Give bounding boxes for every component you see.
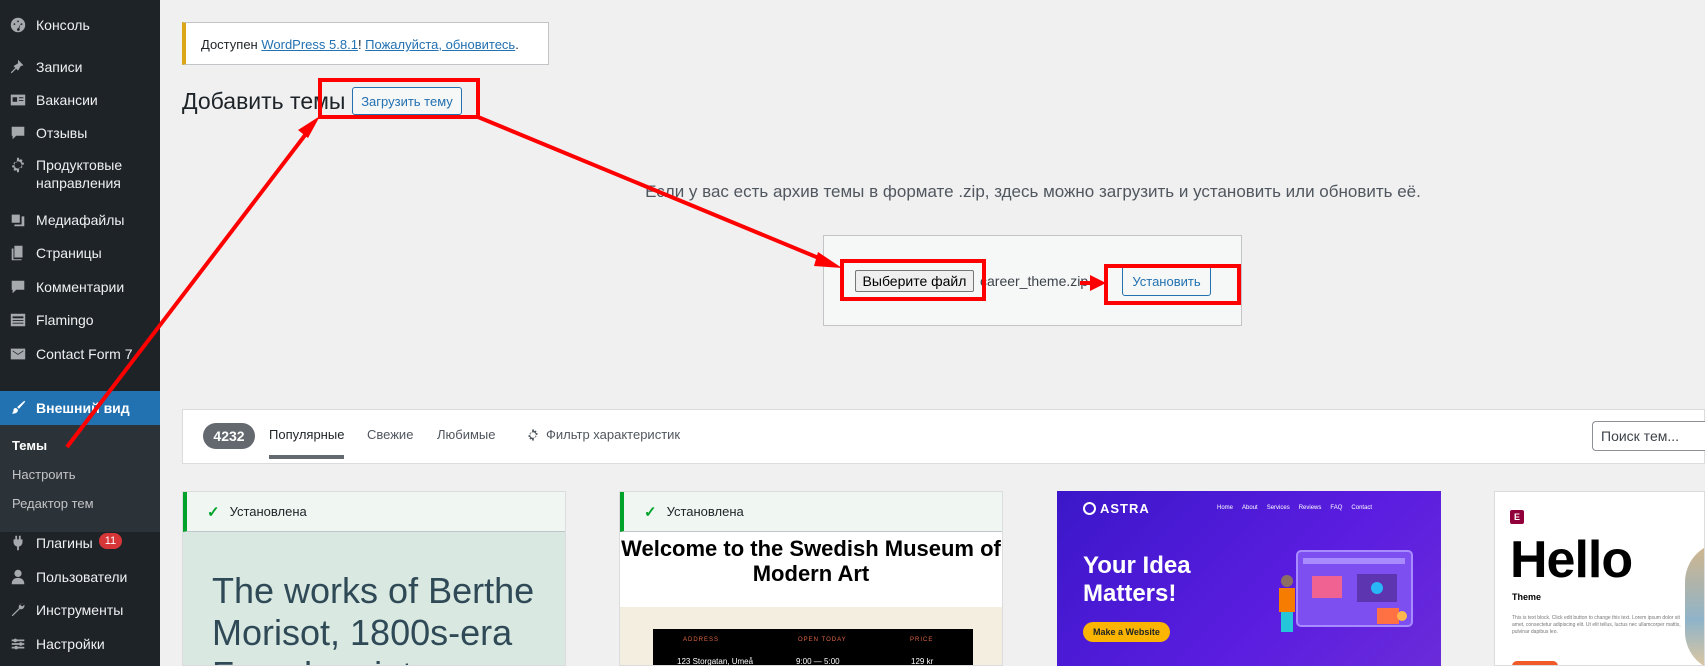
notice-prefix: Доступен [201, 37, 262, 52]
theme-screenshot-button [1512, 661, 1558, 665]
astra-logo: ASTRA [1083, 501, 1150, 516]
selected-file-name: career_theme.zip [980, 273, 1089, 289]
settings-icon [8, 634, 28, 654]
info-col-value: 123 Storgatan, Umeå [677, 657, 754, 666]
sidebar-item-posts[interactable]: Записи [0, 57, 160, 77]
user-icon [8, 567, 28, 587]
installed-notice: ✓ Установлена [183, 492, 565, 532]
update-notice: Доступен WordPress 5.8.1! Пожалуйста, об… [182, 22, 549, 65]
theme-screenshot-headline: Your Idea Matters! [1083, 552, 1191, 607]
submenu-item-theme-editor[interactable]: Редактор тем [12, 496, 94, 511]
submenu-item-customize[interactable]: Настроить [12, 467, 76, 482]
filter-latest[interactable]: Свежие [367, 427, 413, 442]
pin-icon [8, 57, 28, 77]
theme-card[interactable]: ASTRA Home About Services Reviews FAQ Contact… [1057, 491, 1441, 666]
sidebar-item-label: Пользователи [36, 569, 128, 585]
search-themes-input[interactable] [1592, 421, 1705, 451]
sidebar-item-comments[interactable]: Комментарии [0, 277, 160, 297]
sidebar-item-appearance[interactable]: Внешний вид [0, 391, 160, 425]
feature-filter-label: Фильтр характеристик [546, 427, 681, 442]
info-col-label: PRICE [910, 637, 934, 643]
sidebar-item-settings[interactable]: Настройки [0, 634, 160, 654]
sidebar-item-flamingo[interactable]: Flamingo [0, 310, 160, 330]
sidebar-item-dashboard[interactable]: Консоль [0, 15, 160, 35]
sidebar-item-reviews[interactable]: Отзывы [0, 123, 160, 143]
installed-label: Установлена [666, 504, 744, 519]
sidebar-item-label: Contact Form 7 [36, 346, 133, 362]
theme-screenshot-headline: Hello [1510, 531, 1633, 589]
theme-screenshot-title: Welcome to the Swedish Museum of Modern … [621, 536, 1001, 586]
sidebar-item-users[interactable]: Пользователи [0, 567, 160, 587]
notice-suffix: . [515, 37, 519, 52]
sidebar-item-label: Медиафайлы [36, 212, 125, 228]
installed-notice: ✓ Установлена [620, 492, 1002, 532]
comment-icon [8, 277, 28, 297]
theme-screenshot-cta: Make a Website [1083, 622, 1170, 642]
plugins-update-badge: 11 [98, 533, 123, 549]
gear-icon [528, 428, 538, 441]
sidebar-item-label: Инструменты [36, 602, 124, 618]
choose-file-button[interactable]: Выберите файл [855, 270, 974, 292]
theme-screenshot-info-block: ADDRESS OPEN TODAY PRICE 123 Storgatan, … [653, 629, 973, 666]
checkmark-icon: ✓ [644, 503, 657, 521]
install-button[interactable]: Установить [1122, 266, 1211, 296]
theme-screenshot-nav: Home About Services Reviews FAQ Contact [1217, 505, 1373, 511]
sidebar-item-label: Внешний вид [36, 400, 130, 416]
illustration-icon [1279, 550, 1413, 632]
list-icon [8, 310, 28, 330]
update-now-link[interactable]: Пожалуйста, обновитесь [365, 37, 515, 52]
dashboard-icon [8, 15, 28, 35]
checkmark-icon: ✓ [207, 503, 220, 521]
sidebar-item-label: Вакансии [36, 92, 98, 108]
feature-filter-button[interactable]: Фильтр характеристик [526, 427, 680, 442]
upload-description: Если у вас есть архив темы в формате .zi… [645, 182, 1421, 201]
page-title: Добавить темы [182, 88, 346, 114]
id-card-icon [8, 90, 28, 110]
info-col-value: 129 kr [911, 657, 934, 666]
theme-count-badge: 4232 [203, 423, 255, 449]
sidebar-item-label: Комментарии [36, 279, 125, 295]
sidebar-item-label: Записи [36, 59, 83, 75]
info-col-label: ADDRESS [683, 637, 720, 643]
sidebar-item-tools[interactable]: Инструменты [0, 600, 160, 620]
theme-screenshot-text: The works of Berthe Morisot, 1800s-era F… [212, 570, 535, 665]
theme-card[interactable]: E Hello Theme This is text block. Click … [1494, 491, 1705, 666]
plugin-icon [8, 533, 28, 553]
theme-card[interactable]: ✓ Установлена Welcome to the Swedish Mus… [619, 491, 1003, 666]
submenu-item-themes[interactable]: Темы [12, 438, 47, 453]
sidebar-item-label: Flamingo [36, 312, 94, 328]
sidebar-item-label: Консоль [36, 17, 90, 33]
sidebar-item-label: Плагины [36, 535, 93, 551]
pages-icon [8, 243, 28, 263]
wordpress-version-link[interactable]: WordPress 5.8.1 [261, 37, 358, 52]
comment-icon [8, 123, 28, 143]
theme-screenshot-subtitle: Theme [1512, 592, 1542, 602]
elementor-logo: E [1510, 510, 1524, 524]
gear-icon [8, 155, 28, 175]
wrench-icon [8, 600, 28, 620]
info-col-value: 9:00 — 5:00 [796, 657, 840, 666]
sidebar-item-pages[interactable]: Страницы [0, 243, 160, 263]
appearance-submenu: Темы Настроить Редактор тем [0, 425, 160, 532]
theme-screenshot-body: This is text block. Click edit button to… [1512, 615, 1681, 635]
sidebar-item-media[interactable]: Медиафайлы [0, 210, 160, 230]
sidebar-item-plugins[interactable]: Плагины 11 [0, 533, 160, 553]
sidebar-item-vacancies[interactable]: Вакансии [0, 90, 160, 110]
sidebar-item-label: Страницы [36, 245, 102, 261]
paintbrush-icon [8, 398, 28, 418]
sidebar-item-contact-form[interactable]: Contact Form 7 [0, 344, 160, 364]
mail-icon [8, 344, 28, 364]
filter-favorites[interactable]: Любимые [437, 427, 496, 442]
admin-sidebar: Консоль Записи Вакансии Отзывы Продуктов… [0, 0, 160, 666]
installed-label: Установлена [229, 504, 307, 519]
info-col-label: OPEN TODAY [798, 637, 847, 643]
sidebar-item-label: Настройки [36, 636, 105, 652]
media-icon [8, 210, 28, 230]
upload-theme-button[interactable]: Загрузить тему [352, 87, 462, 115]
annotation-arrowhead [298, 116, 320, 138]
sidebar-item-label: Отзывы [36, 125, 88, 141]
filter-popular[interactable]: Популярные [269, 427, 345, 459]
theme-screenshot-photo [1685, 542, 1704, 665]
theme-card[interactable]: ✓ Установлена The works of Berthe Moriso… [182, 491, 566, 666]
